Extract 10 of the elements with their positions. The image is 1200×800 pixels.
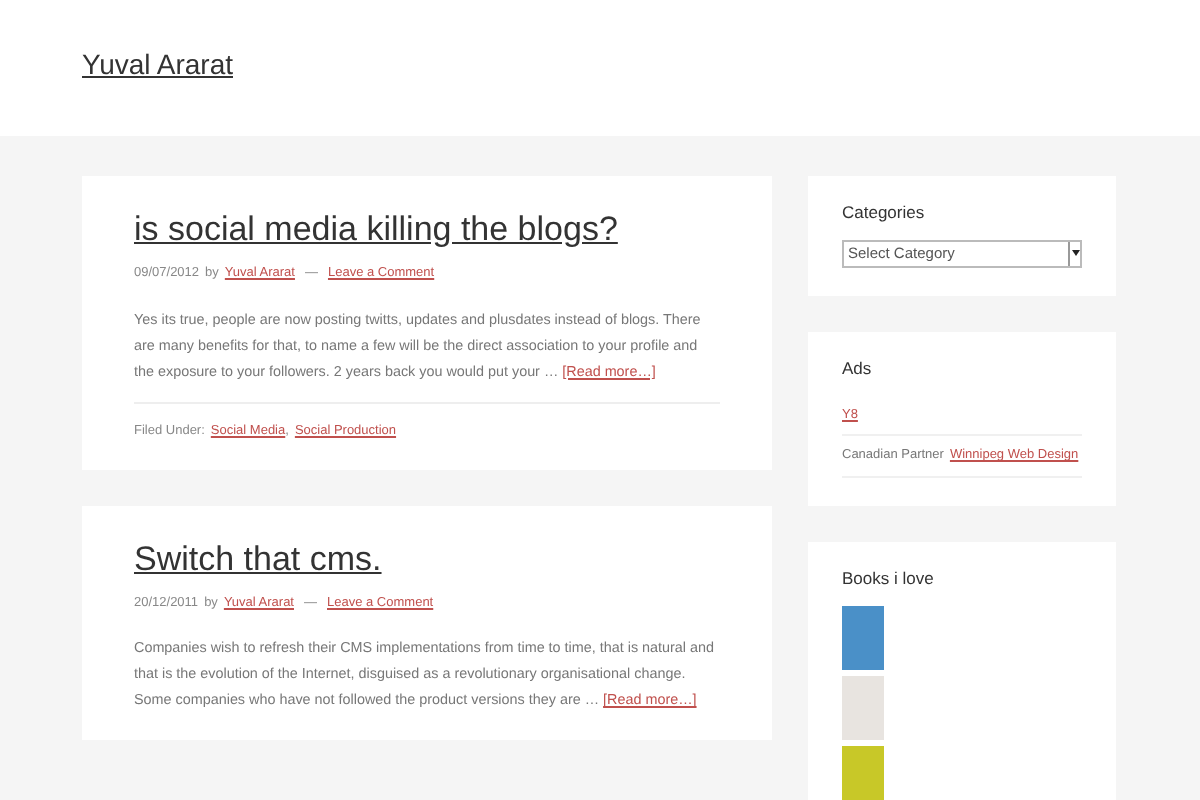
book-cover-placeholder[interactable] bbox=[842, 745, 884, 800]
widget-title: Books i love bbox=[842, 566, 936, 592]
widget-title: Categories bbox=[842, 200, 927, 226]
post-title[interactable]: is social media killing the blogs? bbox=[134, 208, 720, 252]
dropdown-arrow-icon bbox=[1068, 241, 1080, 266]
widget-title: Ads bbox=[842, 355, 874, 381]
post-title[interactable]: Switch that cms. bbox=[134, 537, 720, 581]
book-cover-placeholder[interactable] bbox=[842, 605, 884, 670]
site-title[interactable]: Yuval Ararat bbox=[82, 48, 233, 80]
book-cover-placeholder[interactable] bbox=[842, 675, 884, 740]
